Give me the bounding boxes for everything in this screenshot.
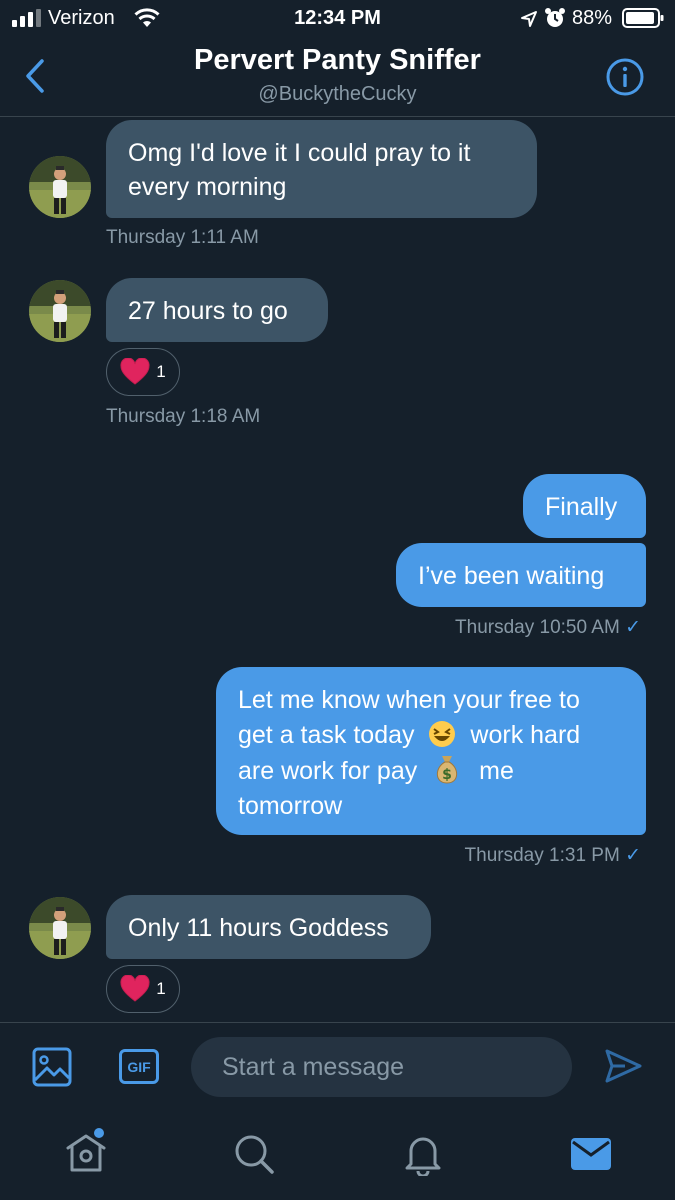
- sent-check-icon: ✓: [625, 845, 641, 866]
- message-bubble-incoming[interactable]: 27 hours to go: [106, 278, 328, 342]
- message-text: tomorrow: [238, 792, 343, 820]
- message-timestamp: Thursday 10:50 AM: [455, 617, 620, 638]
- reaction-count: 1: [156, 979, 166, 998]
- message-line: are work for pay $ me: [238, 753, 624, 789]
- avatar[interactable]: [29, 897, 91, 959]
- laughing-face-emoji-icon: [429, 721, 456, 747]
- alarm-icon: [545, 8, 565, 27]
- message-text: every morning: [128, 173, 287, 201]
- status-bar: Verizon 12:34 PM 88%: [0, 0, 675, 36]
- reaction-badge[interactable]: 1: [106, 348, 180, 396]
- message-line: get a task today work hard: [238, 718, 624, 753]
- reaction-badge[interactable]: 1: [106, 965, 180, 1013]
- mail-icon[interactable]: [570, 1136, 612, 1172]
- money-bag-emoji-icon: $: [437, 756, 458, 784]
- image-icon[interactable]: [32, 1047, 72, 1087]
- message-bubble-outgoing[interactable]: I’ve been waiting: [396, 543, 646, 607]
- svg-text:$: $: [442, 767, 452, 783]
- reaction-count: 1: [156, 362, 166, 381]
- message-bubble-incoming[interactable]: Omg I'd love it I could pray to it every…: [106, 120, 537, 218]
- header-divider: [0, 116, 675, 117]
- message-text: Omg I'd love it I could pray to it: [128, 139, 471, 167]
- message-timestamp-row: Thursday 10:50 AM ✓: [455, 616, 641, 639]
- message-timestamp-row: Thursday 1:31 PM ✓: [465, 844, 641, 867]
- message-bubble-outgoing[interactable]: Finally: [523, 474, 646, 538]
- message-text: Finally: [545, 493, 618, 521]
- message-text: get a task today: [238, 721, 415, 749]
- conversation-handle: @BuckytheCucky: [258, 83, 417, 105]
- message-timestamp: Thursday 1:18 AM: [106, 406, 261, 427]
- heart-icon: [120, 358, 150, 385]
- message-text: are work for pay: [238, 757, 418, 785]
- message-input[interactable]: Start a message: [191, 1037, 572, 1097]
- avatar[interactable]: [29, 156, 91, 218]
- search-icon[interactable]: [232, 1132, 276, 1176]
- message-bubble-incoming[interactable]: Only 11 hours Goddess: [106, 895, 431, 959]
- gif-label: GIF: [127, 1058, 151, 1075]
- bell-icon[interactable]: [403, 1132, 443, 1176]
- avatar[interactable]: [29, 280, 91, 342]
- battery-percentage: 88%: [572, 7, 613, 29]
- message-text: I’ve been waiting: [418, 562, 605, 590]
- message-input-placeholder: Start a message: [222, 1052, 405, 1081]
- battery-icon: [622, 8, 664, 28]
- sent-check-icon: ✓: [625, 617, 641, 638]
- message-text: 27 hours to go: [128, 297, 288, 325]
- message-timestamp: Thursday 1:11 AM: [106, 227, 259, 248]
- location-arrow-icon: [521, 11, 537, 27]
- send-icon[interactable]: [603, 1046, 643, 1086]
- conversation-title: Pervert Panty Sniffer: [194, 44, 481, 76]
- heart-icon: [120, 975, 150, 1002]
- message-text: Only 11 hours Goddess: [128, 914, 389, 942]
- message-text: work hard: [470, 721, 581, 749]
- message-timestamp: Thursday 1:31 PM: [464, 845, 620, 866]
- gif-icon[interactable]: GIF: [119, 1049, 159, 1084]
- message-text: me: [479, 757, 514, 785]
- info-icon[interactable]: [605, 57, 645, 97]
- message-bubble-outgoing[interactable]: Let me know when your free to get a task…: [216, 667, 646, 835]
- compose-divider: [0, 1022, 675, 1023]
- tab-bar: [0, 1118, 675, 1200]
- home-icon[interactable]: [62, 1128, 110, 1176]
- message-text: Let me know when your free to: [238, 686, 580, 714]
